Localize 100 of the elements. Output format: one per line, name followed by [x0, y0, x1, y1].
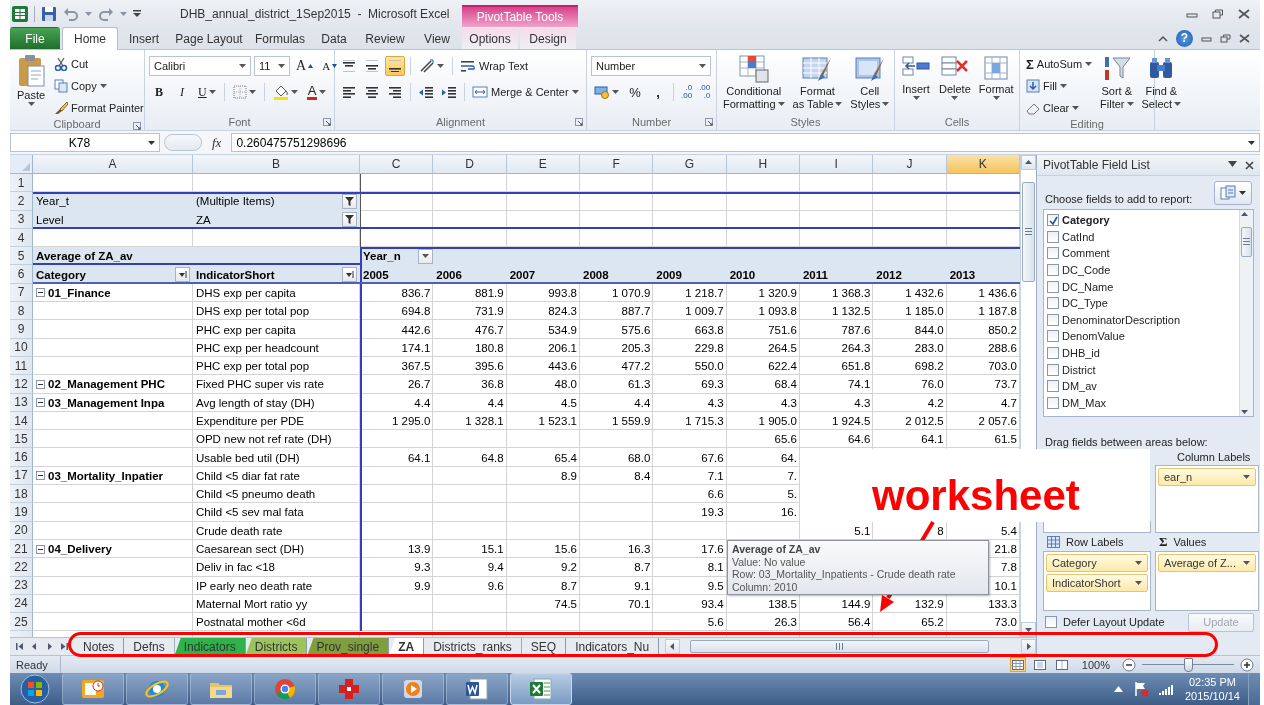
- cells-button[interactable]: Delete: [937, 54, 973, 100]
- checkbox[interactable]: [1047, 280, 1059, 293]
- column-header[interactable]: G: [653, 155, 727, 174]
- ribbon-tab[interactable]: Options: [462, 27, 518, 49]
- font-color-button[interactable]: A: [303, 82, 330, 102]
- zoom-slider-thumb[interactable]: [1183, 657, 1193, 672]
- checkbox[interactable]: [1047, 247, 1059, 260]
- checkbox[interactable]: [1047, 380, 1059, 393]
- dialog-launcher-icon[interactable]: [575, 118, 583, 126]
- field-item[interactable]: DHB_id: [1047, 344, 1236, 362]
- undo-icon[interactable]: [63, 6, 79, 21]
- shrink-font-button[interactable]: A: [319, 56, 341, 76]
- field-list[interactable]: Category CatInd Comment DC_Code DC_Name DC_Type DenominatorDescription DenomValue DHB_id District DM_av DM_Max: [1043, 209, 1254, 417]
- insert-function-button[interactable]: fx: [206, 134, 228, 151]
- checkbox[interactable]: [1047, 347, 1059, 360]
- flag-icon[interactable]: [1132, 681, 1149, 697]
- row-header[interactable]: 5: [10, 247, 33, 266]
- clear-button[interactable]: Clear: [1024, 98, 1095, 118]
- area-box[interactable]: ear_n: [1155, 465, 1259, 533]
- clock[interactable]: 02:35 PM 2015/10/14: [1184, 675, 1240, 703]
- formula-field[interactable]: 0.260475751298696: [231, 133, 1260, 152]
- copy-button[interactable]: Copy: [52, 76, 146, 96]
- dialog-launcher-icon[interactable]: [323, 118, 331, 126]
- field-item[interactable]: Category: [1047, 212, 1236, 229]
- column-header[interactable]: C: [360, 155, 434, 174]
- sort-filter-button[interactable]: Sort & Filter: [1098, 54, 1136, 110]
- checkbox[interactable]: [1047, 396, 1059, 409]
- column-header[interactable]: I: [799, 155, 874, 174]
- field-item[interactable]: DM_av: [1047, 377, 1236, 395]
- collapse-icon[interactable]: [36, 398, 45, 408]
- zoom-out-icon[interactable]: [1122, 657, 1136, 672]
- field-item[interactable]: DM_Max: [1047, 394, 1236, 412]
- field-item[interactable]: DenomValue: [1047, 328, 1236, 345]
- close-icon[interactable]: [1239, 33, 1250, 43]
- row-header[interactable]: 6: [10, 265, 33, 284]
- checkbox[interactable]: [1047, 214, 1059, 227]
- row-header[interactable]: 12: [10, 375, 33, 394]
- customize-icon[interactable]: [133, 9, 141, 18]
- bold-button[interactable]: B: [149, 82, 169, 102]
- sheet-tab[interactable]: SEQ: [521, 638, 567, 655]
- find-select-button[interactable]: Find & Select: [1139, 54, 1184, 110]
- column-header[interactable]: F: [580, 155, 654, 174]
- filter-button[interactable]: [342, 212, 357, 228]
- ribbon-tab[interactable]: View: [414, 27, 460, 49]
- close-icon[interactable]: [1245, 160, 1254, 170]
- cells-button[interactable]: Format: [976, 54, 1016, 100]
- cells-button[interactable]: Insert: [899, 54, 933, 100]
- italic-button[interactable]: I: [172, 82, 192, 102]
- field-item[interactable]: DC_Type: [1047, 294, 1236, 312]
- column-header[interactable]: H: [726, 155, 800, 174]
- help-button[interactable]: ?: [1176, 29, 1193, 47]
- vertical-align-button[interactable]: [385, 56, 405, 76]
- fill-button[interactable]: Fill: [1024, 76, 1095, 96]
- field-item[interactable]: DC_Code: [1047, 261, 1236, 279]
- checkbox[interactable]: [1045, 616, 1057, 628]
- zoom-in-icon[interactable]: [1240, 657, 1254, 672]
- field-chip[interactable]: Category: [1046, 554, 1148, 572]
- field-chip[interactable]: Average of Z...: [1158, 554, 1256, 572]
- row-header[interactable]: 1: [10, 174, 33, 193]
- style-button[interactable]: Conditional Formatting: [721, 54, 787, 110]
- row-header[interactable]: 8: [10, 302, 33, 321]
- field-item[interactable]: CatInd: [1047, 228, 1236, 246]
- ribbon-tab[interactable]: Page Layout: [170, 27, 248, 49]
- name-box[interactable]: K78: [10, 133, 160, 152]
- view-button[interactable]: [1053, 657, 1070, 672]
- view-button[interactable]: [1031, 657, 1048, 672]
- ribbon-tab[interactable]: Formulas: [250, 27, 310, 49]
- scroll-thumb[interactable]: [690, 640, 989, 653]
- collapse-icon[interactable]: [36, 544, 45, 554]
- field-item[interactable]: Comment: [1047, 245, 1236, 262]
- checkbox[interactable]: [1047, 313, 1059, 326]
- field-chip[interactable]: ear_n: [1158, 468, 1256, 486]
- scroll-left-button[interactable]: [665, 639, 681, 654]
- sort-filter-button[interactable]: [175, 267, 190, 283]
- column-header[interactable]: B: [193, 155, 360, 174]
- checkbox[interactable]: [1047, 230, 1059, 243]
- grow-font-button[interactable]: A: [293, 56, 317, 76]
- percent-button[interactable]: %: [625, 82, 645, 102]
- dialog-launcher-icon[interactable]: [133, 122, 141, 130]
- field-item[interactable]: DC_Name: [1047, 278, 1236, 295]
- ribbon-tab[interactable]: File: [10, 27, 60, 49]
- increase-decimal-button[interactable]: .0 .00: [679, 82, 695, 102]
- layout-button[interactable]: [1214, 181, 1252, 205]
- caret-icon[interactable]: [1228, 160, 1237, 167]
- sort-filter-button[interactable]: [342, 267, 357, 283]
- checkbox[interactable]: [1047, 363, 1059, 376]
- field-item[interactable]: District: [1047, 361, 1236, 378]
- style-button[interactable]: Format as Table: [790, 54, 845, 110]
- checkbox[interactable]: [1047, 330, 1059, 343]
- restore-icon[interactable]: [1220, 33, 1231, 43]
- spreadsheet-logo-icon[interactable]: [12, 5, 28, 22]
- ribbon-tab[interactable]: Insert: [120, 27, 168, 49]
- row-header[interactable]: 15: [10, 430, 33, 449]
- format-painter-button[interactable]: Format Painter: [52, 98, 146, 118]
- dialog-launcher-icon[interactable]: [705, 118, 713, 126]
- scroll-thumb[interactable]: [1241, 227, 1252, 257]
- scrollbar[interactable]: [1239, 210, 1253, 416]
- scroll-up-button[interactable]: [1021, 155, 1036, 170]
- scroll-right-button[interactable]: [1021, 639, 1036, 654]
- collapse-ribbon-icon[interactable]: [1158, 34, 1168, 42]
